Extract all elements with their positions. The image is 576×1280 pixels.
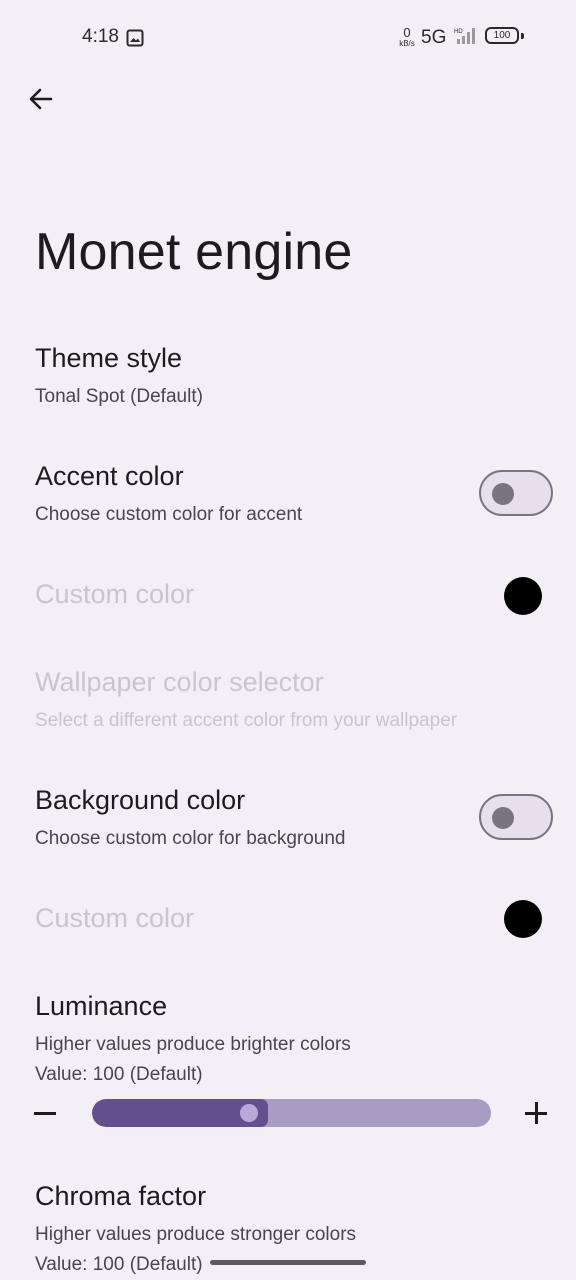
battery-level: 100 [493, 30, 511, 41]
pref-title: Custom color [35, 579, 195, 609]
accent-color-switch[interactable] [479, 470, 553, 516]
pref-custom-color-accent: Custom color [35, 579, 552, 610]
pref-luminance: Luminance Higher values produce brighter… [35, 991, 552, 1086]
accent-color-swatch [504, 577, 542, 615]
pref-summary: Tonal Spot (Default) [35, 386, 203, 407]
pref-title: Accent color [35, 461, 184, 491]
page-title: Monet engine [35, 223, 353, 281]
hd-label: HD [454, 29, 463, 35]
network-speed-unit: kB/s [399, 39, 415, 48]
gallery-notification-icon [126, 29, 144, 52]
battery-tip [521, 33, 524, 39]
network-speed: 0 kB/s [397, 26, 417, 48]
luminance-slider[interactable] [92, 1099, 491, 1127]
pref-title: Wallpaper color selector [35, 667, 324, 697]
pref-value: Value: 100 (Default) [35, 1254, 203, 1275]
pref-summary: Select a different accent color from you… [35, 710, 458, 731]
arrow-back-icon [29, 88, 53, 110]
pref-title: Custom color [35, 903, 195, 933]
pref-value: Value: 100 (Default) [35, 1064, 203, 1085]
status-time: 4:18 [82, 26, 119, 47]
pref-summary: Higher values produce brighter colors [35, 1034, 351, 1055]
decrease-icon[interactable] [34, 1112, 56, 1115]
gesture-navigation-bar[interactable] [210, 1260, 366, 1265]
back-button[interactable] [22, 80, 60, 118]
pref-title: Luminance [35, 991, 168, 1021]
network-type: 5G [421, 27, 447, 48]
pref-wallpaper-color-selector: Wallpaper color selector Select a differ… [35, 667, 552, 732]
battery-icon: 100 [485, 27, 519, 44]
signal-icon: HD [454, 27, 478, 50]
pref-title: Chroma factor [35, 1181, 207, 1211]
pref-summary: Choose custom color for accent [35, 504, 303, 525]
increase-icon-vertical [535, 1102, 538, 1124]
background-color-swatch [504, 900, 542, 938]
pref-title: Theme style [35, 343, 183, 373]
status-bar: 4:18 0 kB/s 5G HD 100 [0, 0, 576, 76]
pref-summary: Choose custom color for background [35, 828, 346, 849]
pref-accent-color[interactable]: Accent color Choose custom color for acc… [35, 461, 552, 526]
background-color-switch[interactable] [479, 794, 553, 840]
slider-active-track [92, 1099, 260, 1127]
slider-knob [240, 1104, 258, 1122]
switch-thumb [492, 483, 514, 505]
pref-theme-style[interactable]: Theme style Tonal Spot (Default) [35, 343, 552, 408]
luminance-slider-row [0, 1094, 576, 1134]
network-speed-value: 0 [403, 25, 411, 40]
pref-summary: Higher values produce stronger colors [35, 1224, 357, 1245]
pref-title: Background color [35, 785, 246, 815]
switch-thumb [492, 807, 514, 829]
pref-background-color[interactable]: Background color Choose custom color for… [35, 785, 552, 850]
pref-custom-color-background: Custom color [35, 903, 552, 934]
